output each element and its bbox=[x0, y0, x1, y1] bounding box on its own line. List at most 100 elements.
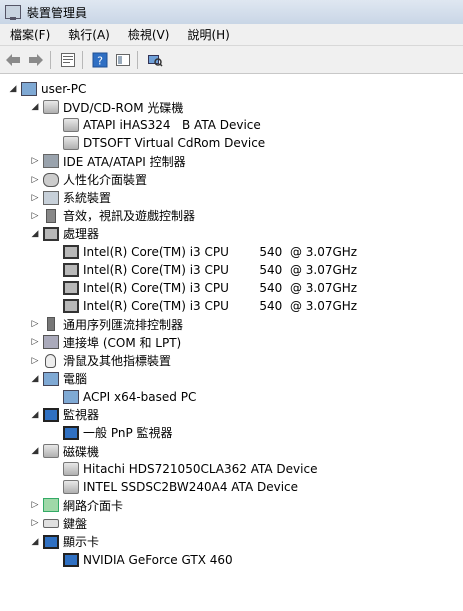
tree-item-label: IDE ATA/ATAPI 控制器 bbox=[63, 154, 186, 169]
expand-arrow-icon[interactable]: ◢ bbox=[30, 229, 40, 239]
processor-icon bbox=[63, 263, 79, 277]
disc-drive-icon bbox=[63, 118, 79, 133]
menu-help[interactable]: 說明(H) bbox=[177, 26, 237, 43]
computer-icon bbox=[21, 82, 37, 96]
computer-icon bbox=[63, 389, 79, 404]
tree-item-label: 監視器 bbox=[63, 408, 100, 423]
expand-arrow-icon[interactable]: ◢ bbox=[30, 374, 40, 384]
tree-item[interactable]: Intel(R) Core(TM) i3 CPU 540 @ 3.07GHz bbox=[50, 261, 357, 279]
forward-arrow-icon[interactable] bbox=[26, 50, 46, 70]
collapse-arrow-icon[interactable]: ▷ bbox=[30, 356, 40, 366]
tree-item[interactable]: Intel(R) Core(TM) i3 CPU 540 @ 3.07GHz bbox=[50, 279, 357, 297]
tree-item[interactable]: ◢ 電腦 bbox=[30, 370, 87, 388]
help-icon[interactable]: ? bbox=[90, 50, 110, 70]
device-manager-icon bbox=[5, 5, 21, 20]
tree-item[interactable]: ▷ IDE ATA/ATAPI 控制器 bbox=[30, 152, 186, 170]
tree-item-label: 人性化介面裝置 bbox=[63, 173, 148, 187]
menu-action[interactable]: 執行(A) bbox=[58, 26, 118, 43]
collapse-arrow-icon[interactable]: ▷ bbox=[30, 337, 40, 347]
tree-item-label: 鍵盤 bbox=[63, 516, 88, 531]
expand-arrow-icon[interactable]: ◢ bbox=[30, 410, 40, 420]
collapse-arrow-icon[interactable]: ▷ bbox=[30, 500, 40, 510]
tree-item-label: 網路介面卡 bbox=[63, 498, 124, 513]
tree-item[interactable]: INTEL SSDSC2BW240A4 ATA Device bbox=[50, 478, 298, 496]
tree-item-label: 滑鼠及其他指標裝置 bbox=[63, 354, 172, 368]
expand-arrow-icon[interactable]: ◢ bbox=[30, 446, 40, 456]
tree-item[interactable]: ▷ 人性化介面裝置 bbox=[30, 171, 147, 189]
tree-item-label: DTSOFT Virtual CdRom Device bbox=[83, 136, 266, 151]
device-tree[interactable]: ◢ user-PC ◢ DVD/CD-ROM 光碟機 ATAPI iHAS324 B A… bbox=[0, 74, 463, 611]
tree-item[interactable]: ◢ DVD/CD-ROM 光碟機 bbox=[30, 98, 183, 116]
tree-item[interactable]: ▷ 鍵盤 bbox=[30, 514, 87, 532]
toolbar-separator bbox=[137, 50, 138, 69]
disk-drive-icon bbox=[43, 444, 59, 458]
expand-arrow-icon[interactable]: ◢ bbox=[30, 102, 40, 112]
expand-arrow-icon[interactable]: ◢ bbox=[30, 537, 40, 547]
disc-drive-icon bbox=[63, 136, 79, 151]
collapse-arrow-icon[interactable]: ▷ bbox=[30, 175, 40, 185]
tree-item[interactable]: ▷ 滑鼠及其他指標裝置 bbox=[30, 352, 171, 370]
tree-item[interactable]: ◢ 磁碟機 bbox=[30, 442, 99, 460]
port-icon bbox=[43, 335, 59, 350]
tree-item[interactable]: ▷ 網路介面卡 bbox=[30, 496, 123, 514]
collapse-arrow-icon[interactable]: ▷ bbox=[30, 193, 40, 203]
tree-item[interactable]: Hitachi HDS721050CLA362 ATA Device bbox=[50, 460, 317, 478]
collapse-arrow-icon[interactable]: ▷ bbox=[30, 319, 40, 329]
tree-item[interactable]: 一般 PnP 監視器 bbox=[50, 424, 173, 442]
scan-hardware-icon[interactable] bbox=[145, 50, 165, 70]
tree-item[interactable]: DTSOFT Virtual CdRom Device bbox=[50, 134, 265, 152]
window-title: 裝置管理員 bbox=[27, 5, 88, 20]
tree-item-label: DVD/CD-ROM 光碟機 bbox=[63, 100, 184, 115]
tree-item[interactable]: ◢ user-PC bbox=[8, 80, 86, 98]
tree-item-label: user-PC bbox=[41, 82, 87, 96]
tree-item-label: 顯示卡 bbox=[63, 535, 100, 549]
toolbar-separator bbox=[82, 50, 83, 69]
menu-file[interactable]: 檔案(F) bbox=[0, 26, 58, 43]
view-icon[interactable] bbox=[113, 50, 133, 70]
disc-drive-icon bbox=[43, 100, 59, 115]
toolbar: ? bbox=[0, 46, 463, 74]
tree-item[interactable]: ATAPI iHAS324 B ATA Device bbox=[50, 116, 261, 134]
tree-item-label: NVIDIA GeForce GTX 460 bbox=[83, 552, 233, 567]
tree-item-label: 電腦 bbox=[63, 372, 88, 387]
toolbar-separator bbox=[50, 50, 51, 69]
tree-item[interactable]: ◢ 處理器 bbox=[30, 225, 99, 243]
processor-icon bbox=[63, 281, 79, 296]
tree-item-label: Intel(R) Core(TM) i3 CPU 540 @ 3.07GHz bbox=[83, 263, 358, 277]
menu-view[interactable]: 檢視(V) bbox=[118, 26, 178, 43]
tree-item[interactable]: Intel(R) Core(TM) i3 CPU 540 @ 3.07GHz bbox=[50, 243, 357, 261]
properties-icon[interactable] bbox=[58, 50, 78, 70]
collapse-arrow-icon[interactable]: ▷ bbox=[30, 156, 40, 166]
tree-item-label: 通用序列匯流排控制器 bbox=[63, 317, 184, 332]
back-arrow-icon[interactable] bbox=[3, 50, 23, 70]
svg-text:?: ? bbox=[97, 54, 103, 67]
tree-item[interactable]: ACPI x64-based PC bbox=[50, 388, 196, 406]
tree-item[interactable]: ▷ 連接埠 (COM 和 LPT) bbox=[30, 333, 181, 351]
processor-icon bbox=[63, 244, 79, 259]
tree-item-label: 一般 PnP 監視器 bbox=[83, 426, 173, 441]
display-adapter-icon bbox=[63, 552, 79, 567]
display-adapter-icon bbox=[43, 534, 59, 549]
tree-item[interactable]: ◢ 監視器 bbox=[30, 406, 99, 424]
tree-item[interactable]: ▷ 音效，視訊及遊戲控制器 bbox=[30, 207, 195, 225]
tree-item[interactable]: ▷ 系統裝置 bbox=[30, 189, 111, 207]
tree-item[interactable]: ▷ 通用序列匯流排控制器 bbox=[30, 315, 183, 333]
tree-item[interactable]: Intel(R) Core(TM) i3 CPU 540 @ 3.07GHz bbox=[50, 297, 357, 315]
tree-item-label: 連接埠 (COM 和 LPT) bbox=[63, 335, 182, 350]
keyboard-icon bbox=[43, 518, 59, 528]
monitor-icon bbox=[43, 407, 59, 422]
hid-icon bbox=[43, 172, 59, 187]
expand-arrow-icon[interactable]: ◢ bbox=[8, 84, 18, 94]
disk-drive-icon bbox=[63, 462, 79, 477]
tree-item[interactable]: NVIDIA GeForce GTX 460 bbox=[50, 551, 233, 569]
collapse-arrow-icon[interactable]: ▷ bbox=[30, 211, 40, 221]
tree-item[interactable]: ◢ 顯示卡 bbox=[30, 533, 99, 551]
processor-icon bbox=[43, 226, 59, 241]
collapse-arrow-icon[interactable]: ▷ bbox=[30, 518, 40, 528]
